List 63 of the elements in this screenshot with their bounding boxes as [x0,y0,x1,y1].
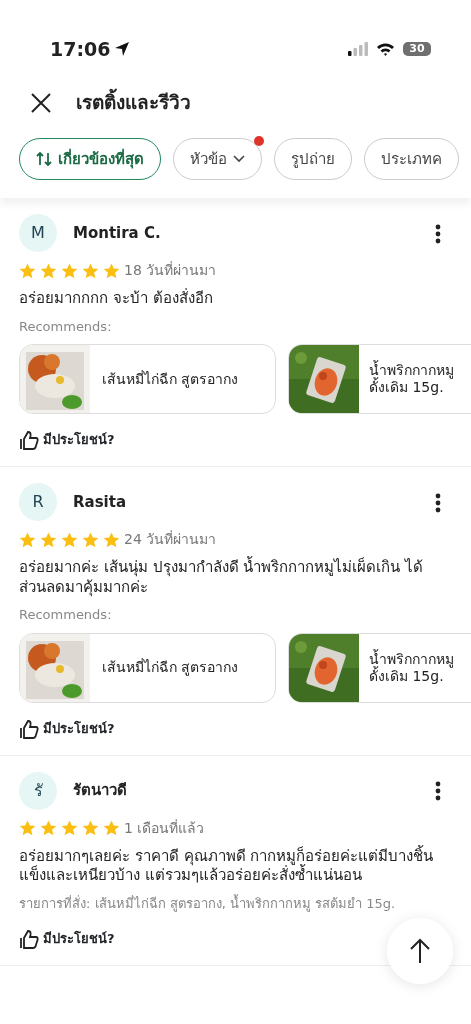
thumbs-up-icon [19,718,39,739]
battery-indicator: 30 [403,42,431,56]
product-name: เส้นหมี่ไก่ฉีก สูตรอากง [101,370,240,388]
helpful-button[interactable]: มีประโยชน์? [19,929,115,949]
product-name: เส้นหมี่ไก่ฉีก สูตรอากง [101,659,240,676]
star-icon [40,531,57,548]
reviewer-name: Rasita [73,491,127,513]
star-icon [82,262,99,279]
helpful-button[interactable]: มีประโยชน์? [19,430,115,450]
product-card[interactable]: เส้นหมี่ไก่ฉีก สูตรอากง [19,632,276,703]
user-avatar: M [19,214,57,252]
star-icon [103,531,120,548]
more-icon [435,492,441,513]
star-icon [61,531,78,548]
star-icon [61,262,78,279]
user-avatar: R [19,483,57,521]
filter-chip[interactable]: ประเภทค [364,138,459,180]
filter-chip[interactable]: รูปถ่าย [274,138,352,180]
page-title: เรตติ้งและรีวิว [76,87,191,115]
arrow-up-icon [409,938,431,964]
product-card[interactable]: น้ำพริกกากหมู ดั้งเดิม 15g. [288,632,471,703]
signal-icon [348,42,368,56]
recommends-label: Recommends: [19,317,113,336]
star-icon [40,820,57,836]
close-icon [30,91,52,114]
ordered-items: รายการที่สั่ง: เส้นหมี่ไก่ฉีก สูตรอากง, น้ำพริกกากหมู รสต้มยำ 15g. [19,893,397,913]
more-icon [435,781,441,801]
reviewer-name: Montira C. [73,222,161,244]
star-icon [19,262,36,279]
star-icon [19,531,36,548]
user-avatar: รั [19,771,57,810]
sort-icon [36,151,52,167]
thumbs-up-icon [19,430,39,450]
more-icon [435,223,441,244]
review-date: 24 วันที่ผ่านมา [124,529,217,549]
thumbs-up-icon [19,929,39,949]
review-text: อร่อยมากกกก จะบ้า ต้องสั่งอีก [19,289,214,309]
filter-chip[interactable]: เกี่ยวข้องที่สุด [19,138,161,180]
close-button[interactable] [30,90,52,114]
star-icon [82,820,99,836]
review-date: 1 เดือนที่แล้ว [124,818,205,838]
filter-chip[interactable]: หัวข้อ [173,138,262,180]
reviewer-name: รัตนาวดี [73,780,127,802]
location-icon [114,41,131,57]
product-card[interactable]: น้ำพริกกากหมู ดั้งเดิม 15g. [288,344,471,414]
star-icon [103,820,120,836]
notification-dot [254,136,264,146]
product-name: น้ำพริกกากหมู ดั้งเดิม 15g. [368,362,455,396]
product-card[interactable]: เส้นหมี่ไก่ฉีก สูตรอากง [19,344,276,414]
star-icon [61,820,78,836]
star-icon [40,262,57,279]
review-date: 18 วันที่ผ่านมา [124,260,217,280]
helpful-button[interactable]: มีประโยชน์? [19,718,115,739]
star-icon [103,262,120,279]
status-time: 17:06 [50,36,111,62]
star-icon [82,531,99,548]
star-icon [19,820,36,836]
recommends-label: Recommends: [19,606,113,624]
review-text: อร่อยมากค่ะ เส้นนุ่ม ปรุงมากำลังดี น้ำพริกกากหมูไม่เผ็ดเกิน ได้ส่วนลดมาคุ้มมากค่ะ [19,558,425,597]
product-name: น้ำพริกกากหมู ดั้งเดิม 15g. [368,650,455,685]
chevron-down-icon [233,155,245,163]
wifi-icon [376,42,395,56]
review-text: อร่อยมากๆเลยค่ะ ราคาดี คุณภาพดี กากหมูก็อร่อยค่ะแต่มีบางชิ้น แข็งและเหนียวบ้าง แต่รวมๆแล้วอร่อยค่ะสั่งซ้ำแน่นอน [19,846,435,886]
